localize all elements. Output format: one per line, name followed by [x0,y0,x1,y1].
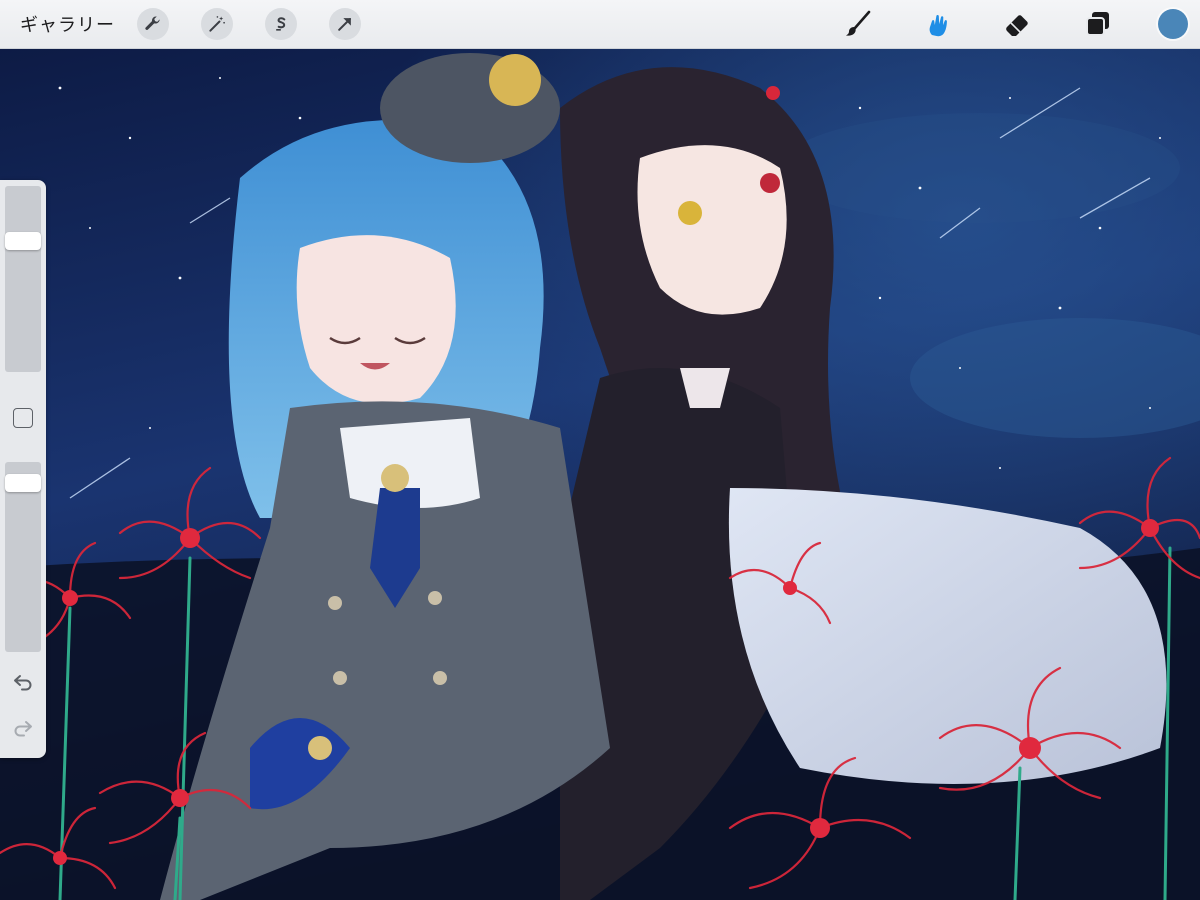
selection-button[interactable] [265,8,297,40]
modify-button[interactable] [13,408,33,428]
transform-arrow-icon [338,18,351,31]
redo-icon[interactable] [11,716,35,740]
adjustments-button[interactable] [201,8,233,40]
smudge-icon [929,14,947,37]
brush-tool-button[interactable] [838,4,878,44]
selection-s-icon [276,17,286,31]
brush-size-thumb[interactable] [5,231,41,250]
magic-wand-icon [209,16,225,32]
opacity-thumb[interactable] [5,474,41,493]
sidebar [0,180,46,758]
brush-size-slider[interactable] [5,186,41,372]
layers-icon [1086,12,1109,36]
top-toolbar: ギャラリー [0,0,1200,49]
color-swatch[interactable] [1158,9,1188,39]
layers-button[interactable] [1078,4,1118,44]
brush-icon [846,10,871,36]
eraser-tool-button[interactable] [998,4,1038,44]
gallery-button[interactable]: ギャラリー [20,11,115,37]
smudge-tool-button[interactable] [918,4,958,44]
transform-button[interactable] [329,8,361,40]
artwork-illustration [0,48,1200,900]
wrench-icon [145,16,160,30]
painting-tools [838,0,1200,48]
undo-icon[interactable] [11,670,35,694]
actions-button[interactable] [137,8,169,40]
drawing-canvas[interactable] [0,48,1200,900]
eraser-icon [1006,15,1028,36]
